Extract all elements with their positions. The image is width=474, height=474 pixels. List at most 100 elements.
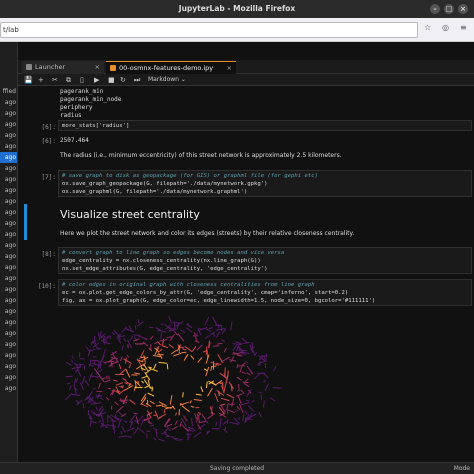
street-edge — [257, 364, 261, 366]
file-browser-item[interactable]: ago — [0, 97, 17, 108]
file-browser-item[interactable]: ago — [0, 174, 17, 185]
street-edge — [138, 335, 148, 340]
file-browser-item[interactable]: ago — [0, 207, 17, 218]
tab-label: Launcher — [35, 63, 66, 71]
url-bar: t/lab ☆ ◎ ≡ — [0, 18, 474, 42]
file-browser-item[interactable]: ago — [0, 361, 17, 372]
code-line: ec = ox.plot.get_edge_colors_by_attr(G, … — [62, 290, 349, 296]
file-browser-item[interactable]: ago — [0, 317, 17, 328]
file-browser: ffied ago ago ago ago ago ago ago ago ago ago ago ag… — [0, 42, 18, 462]
street-edge — [71, 355, 75, 359]
file-browser-item[interactable]: ago — [0, 273, 17, 284]
status-text: Saving completed — [209, 465, 265, 472]
street-edge — [65, 393, 73, 401]
street-edge — [212, 316, 218, 326]
file-browser-item[interactable]: ago — [0, 284, 17, 295]
file-browser-item[interactable]: ago — [0, 152, 17, 163]
street-edge — [98, 419, 102, 424]
section-heading: Visualize street centrality — [60, 208, 200, 221]
shield-icon[interactable]: ◎ — [442, 23, 449, 32]
street-edge — [191, 418, 193, 427]
file-browser-item[interactable]: ago — [0, 339, 17, 350]
code-cell-7[interactable]: # save graph to disk as geopackage (for … — [58, 170, 472, 197]
street-edge — [208, 327, 213, 330]
street-edge — [210, 365, 217, 368]
street-edge — [216, 389, 225, 396]
street-edge — [197, 411, 202, 415]
tab-launcher[interactable]: Launcher × — [22, 61, 104, 74]
street-edge — [226, 393, 235, 399]
minimize-icon[interactable]: – — [430, 4, 440, 14]
street-edge — [153, 414, 158, 416]
file-browser-item[interactable]: ago — [0, 185, 17, 196]
street-edge — [113, 379, 118, 382]
file-browser-item[interactable]: ago — [0, 196, 17, 207]
file-browser-item[interactable]: ago — [0, 218, 17, 229]
street-edge — [216, 328, 226, 331]
file-browser-item[interactable]: ffied — [0, 86, 17, 97]
street-edge — [158, 361, 167, 364]
code-cell-6[interactable]: more_stats['radius'] — [58, 120, 472, 131]
street-edge — [239, 365, 243, 373]
close-icon[interactable]: × — [458, 4, 468, 14]
street-edge — [111, 331, 116, 335]
stop-icon[interactable]: ■ — [108, 75, 115, 85]
street-edge — [264, 383, 270, 392]
file-browser-item[interactable]: ago — [0, 251, 17, 262]
file-browser-item[interactable]: ago — [0, 163, 17, 174]
street-edge — [258, 391, 263, 394]
street-edge — [115, 405, 124, 413]
street-edge — [220, 339, 226, 342]
street-edge — [66, 382, 71, 385]
street-edge — [204, 316, 210, 326]
cell-prompt: [10]: — [37, 283, 56, 290]
street-edge — [245, 399, 250, 402]
code-line: fig, ax = ox.plot_graph(G, edge_color=ec… — [62, 298, 376, 304]
code-cell-10[interactable]: # color edges in original graph with clo… — [58, 279, 472, 306]
file-browser-item[interactable]: ago — [0, 350, 17, 361]
save-icon[interactable]: 💾 — [24, 75, 33, 85]
run-icon[interactable]: ▶ — [94, 75, 99, 85]
street-edge — [189, 400, 192, 404]
file-browser-item[interactable]: ago — [0, 119, 17, 130]
file-browser-item[interactable]: ago — [0, 383, 17, 394]
street-edge — [105, 335, 111, 340]
copy-icon[interactable]: ⧉ — [66, 75, 71, 85]
file-browser-item[interactable]: ago — [0, 262, 17, 273]
file-browser-item[interactable]: ago — [0, 306, 17, 317]
file-browser-item[interactable]: ago — [0, 130, 17, 141]
street-edge — [223, 347, 227, 353]
street-edge — [106, 375, 108, 380]
street-edge — [242, 414, 245, 422]
street-edge — [242, 342, 250, 344]
file-browser-item[interactable]: ago — [0, 240, 17, 251]
close-tab-icon[interactable]: × — [95, 61, 100, 74]
maximize-icon[interactable]: □ — [444, 4, 454, 14]
street-edge — [169, 395, 173, 405]
file-browser-item[interactable]: ago — [0, 372, 17, 383]
restart-icon[interactable]: ↻ — [120, 75, 126, 85]
file-browser-item[interactable]: ago — [0, 328, 17, 339]
code-cell-8[interactable]: # convert graph to line graph so edges b… — [58, 247, 472, 274]
street-edge — [159, 339, 168, 342]
tab-notebook[interactable]: 00-osmnx-features-demo.ipy × — [106, 61, 236, 74]
file-browser-item[interactable]: ago — [0, 141, 17, 152]
url-input[interactable]: t/lab — [0, 22, 418, 38]
street-edge — [107, 387, 112, 390]
add-cell-icon[interactable]: + — [38, 75, 44, 85]
paste-icon[interactable]: ▯ — [80, 75, 84, 85]
file-browser-item[interactable]: ago — [0, 108, 17, 119]
street-edge — [129, 335, 134, 341]
menu-icon[interactable]: ≡ — [460, 23, 467, 32]
street-edge — [147, 392, 155, 397]
street-edge — [106, 424, 111, 426]
file-browser-item[interactable]: ago — [0, 229, 17, 240]
cell-type-select[interactable]: Markdown ⌄ — [148, 75, 186, 85]
street-edge — [137, 318, 140, 324]
street-edge — [148, 326, 154, 329]
fast-forward-icon[interactable]: ⏭ — [134, 75, 140, 85]
bookmark-star-icon[interactable]: ☆ — [424, 23, 431, 32]
file-browser-item[interactable]: ago — [0, 295, 17, 306]
cut-icon[interactable]: ✂ — [52, 75, 58, 85]
notebook-area[interactable]: pagerank_min pagerank_min_node periphery… — [18, 86, 474, 462]
